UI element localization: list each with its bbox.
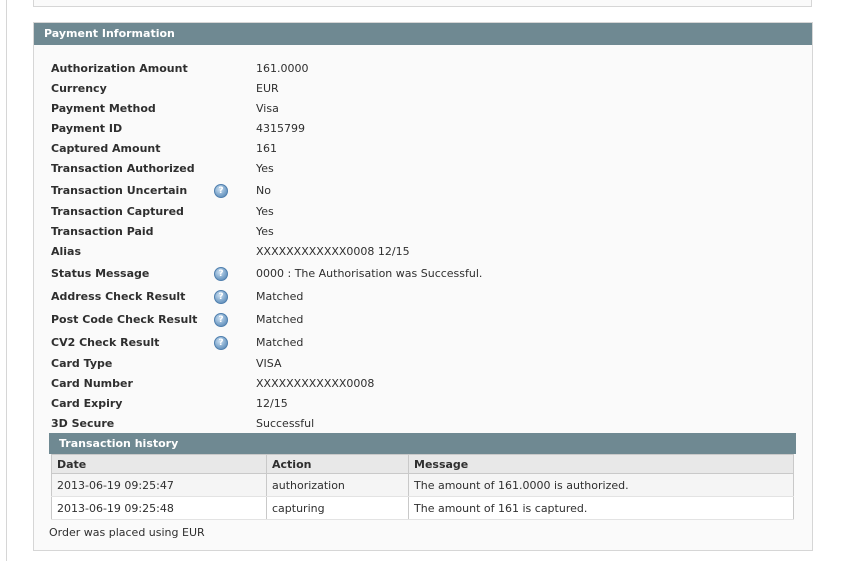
field-label: Transaction Uncertain (51, 184, 188, 197)
field-value: Matched (256, 336, 304, 349)
field-label: Card Number (51, 377, 133, 390)
field-value: Successful (256, 417, 315, 430)
field-label: Card Expiry (51, 397, 123, 410)
field-label: Transaction Authorized (51, 162, 195, 175)
table-header-row: Date Action Message (51, 454, 794, 474)
field-label: Alias (51, 245, 82, 258)
section-title: Payment Information (34, 23, 812, 45)
field-value: 4315799 (256, 122, 305, 135)
cell-date: 2013-06-19 09:25:48 (51, 496, 267, 520)
field-label: 3D Secure (51, 417, 115, 430)
field-label: Status Message (51, 267, 150, 280)
help-icon[interactable]: ? (214, 289, 228, 304)
page-left-rule (6, 0, 7, 561)
field-label: Payment Method (51, 102, 156, 115)
column-header-action: Action (266, 454, 409, 474)
column-header-date: Date (51, 454, 267, 474)
cell-date: 2013-06-19 09:25:47 (51, 473, 267, 497)
field-value: Yes (256, 205, 274, 218)
field-label: Transaction Captured (51, 205, 184, 218)
field-label: Captured Amount (51, 142, 161, 155)
previous-section-box (33, 0, 812, 7)
table-row: 2013-06-19 09:25:48 capturing The amount… (51, 496, 794, 520)
field-value: Yes (256, 225, 274, 238)
field-value: Matched (256, 313, 304, 326)
help-icon[interactable]: ? (214, 266, 228, 281)
field-label: Address Check Result (51, 290, 186, 303)
field-label: Card Type (51, 357, 113, 370)
field-value: XXXXXXXXXXXX0008 12/15 (256, 245, 410, 258)
field-label: Authorization Amount (51, 62, 188, 75)
field-value: EUR (256, 82, 279, 95)
field-value: 161.0000 (256, 62, 309, 75)
order-currency-note: Order was placed using EUR (49, 526, 205, 539)
field-value: VISA (256, 357, 282, 370)
help-icon[interactable]: ? (214, 183, 228, 198)
field-value: 12/15 (256, 397, 288, 410)
help-icon[interactable]: ? (214, 335, 228, 350)
field-value: 0000 : The Authorisation was Successful. (256, 267, 483, 280)
field-label: Post Code Check Result (51, 313, 198, 326)
field-label: Payment ID (51, 122, 123, 135)
cell-message: The amount of 161 is captured. (408, 496, 794, 520)
transaction-history: Transaction history Date Action Message … (49, 433, 796, 520)
field-value: Visa (256, 102, 279, 115)
cell-action: capturing (266, 496, 409, 520)
table-row: 2013-06-19 09:25:47 authorization The am… (51, 473, 794, 497)
field-value: Yes (256, 162, 274, 175)
payment-information-section: Payment Information Authorization Amount… (33, 22, 813, 551)
transaction-history-table: Date Action Message 2013-06-19 09:25:47 … (51, 454, 794, 520)
field-value: No (256, 184, 271, 197)
cell-action: authorization (266, 473, 409, 497)
field-value: XXXXXXXXXXXX0008 (256, 377, 375, 390)
column-header-message: Message (408, 454, 794, 474)
help-icon[interactable]: ? (214, 312, 228, 327)
field-label: CV2 Check Result (51, 336, 160, 349)
field-label: Currency (51, 82, 107, 95)
field-label: Transaction Paid (51, 225, 154, 238)
field-value: Matched (256, 290, 304, 303)
field-value: 161 (256, 142, 277, 155)
cell-message: The amount of 161.0000 is authorized. (408, 473, 794, 497)
transaction-history-title: Transaction history (49, 433, 796, 454)
